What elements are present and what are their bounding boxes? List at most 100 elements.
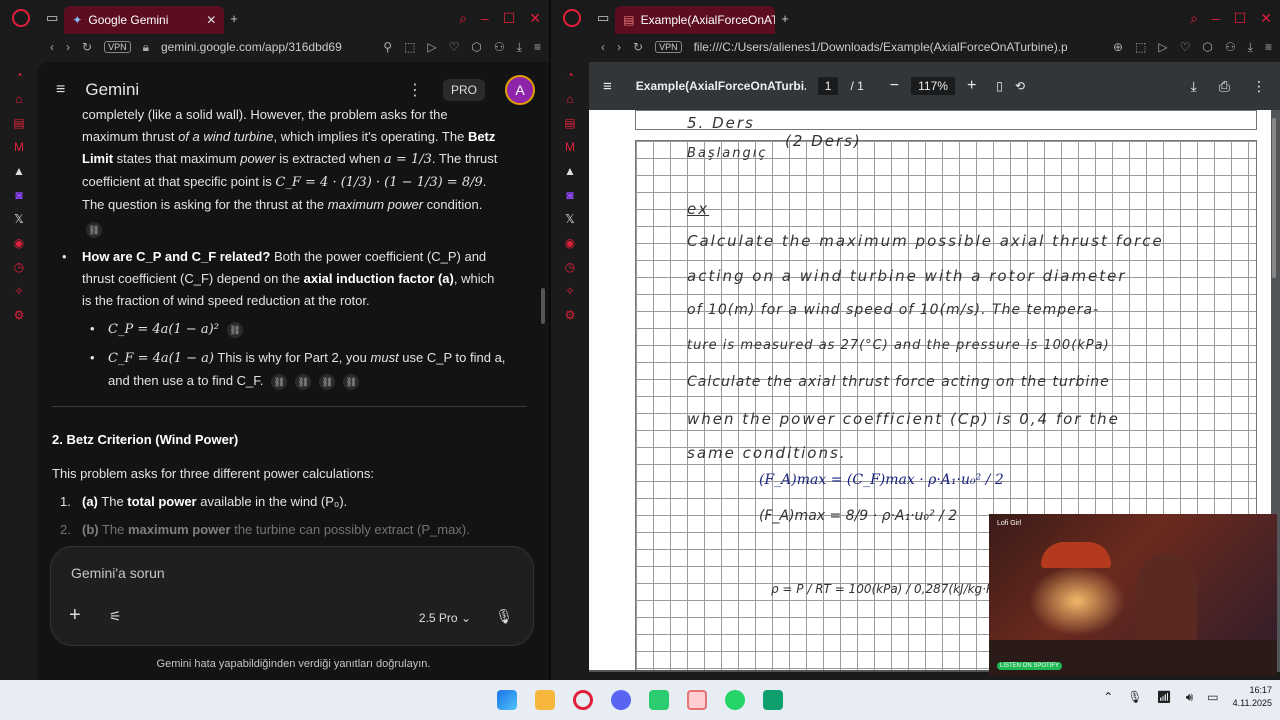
ai-icon[interactable]: ▲ — [563, 164, 577, 178]
source-link-icon[interactable]: ⛓ — [86, 221, 102, 238]
mic-icon[interactable]: 🎙︎ — [495, 608, 513, 625]
history-icon[interactable]: ◷ — [12, 260, 26, 274]
gmail-icon[interactable]: M — [563, 140, 577, 154]
opera-taskbar-icon[interactable] — [573, 690, 593, 710]
prompt-input[interactable]: Gemini'a sorun — [71, 565, 165, 581]
rotate-icon[interactable]: ⟲ — [1015, 79, 1025, 93]
file-explorer-icon[interactable] — [535, 690, 555, 710]
pdf-scrollbar[interactable] — [1272, 118, 1276, 278]
add-icon[interactable]: + — [69, 604, 81, 627]
zoom-out-icon[interactable]: − — [890, 77, 899, 95]
wallet-icon[interactable]: ▤ — [12, 116, 26, 130]
download-icon[interactable]: ⤓ — [517, 40, 522, 55]
discord-icon[interactable] — [611, 690, 631, 710]
pdf-menu-icon[interactable]: ≡ — [603, 78, 612, 95]
forward-icon[interactable]: › — [617, 40, 621, 54]
pdf-download-icon[interactable]: ⤓ — [1191, 78, 1197, 95]
pdf-more-icon[interactable]: ⋮ — [1252, 78, 1266, 95]
battery-icon[interactable]: ▭ — [1207, 690, 1218, 704]
twitch-icon[interactable]: ◙ — [12, 188, 26, 202]
aria-icon[interactable]: ◔ — [12, 68, 26, 82]
heart-icon[interactable]: ♡ — [449, 40, 460, 54]
page-number-input[interactable]: 1 — [817, 77, 839, 95]
close-window-icon[interactable]: ✕ — [529, 10, 541, 27]
pro-badge[interactable]: PRO — [442, 79, 485, 101]
source-link-icon[interactable]: ⛓ — [295, 373, 312, 390]
source-link-icon[interactable]: ⛓ — [343, 373, 360, 390]
vpn-badge[interactable]: VPN — [655, 41, 682, 53]
tab-google-gemini[interactable]: ✦ Google Gemini ✕ — [64, 6, 225, 34]
maximize-icon[interactable]: ☐ — [503, 10, 516, 27]
zoom-icon[interactable]: ⊕ — [1113, 40, 1123, 54]
more-options-icon[interactable]: ⋮ — [407, 80, 423, 100]
source-link-icon[interactable]: ⛓ — [271, 373, 288, 390]
new-tab-icon[interactable]: + — [781, 11, 789, 26]
gmail-icon[interactable]: M — [12, 140, 26, 154]
heart-icon[interactable]: ♡ — [1180, 40, 1191, 54]
profile-icon[interactable]: ⚇ — [494, 40, 505, 54]
clock[interactable]: 16:17 4.11.2025 — [1233, 684, 1272, 710]
x-icon[interactable]: 𝕏 — [12, 212, 26, 226]
source-link-icon[interactable]: ⛓ — [226, 321, 243, 338]
wifi-icon[interactable]: 📶︎ — [1156, 690, 1171, 704]
app-icon[interactable] — [649, 690, 669, 710]
menu-icon[interactable]: ≡ — [534, 40, 541, 54]
history-icon[interactable]: ◷ — [563, 260, 577, 274]
minimize-icon[interactable]: – — [481, 10, 489, 27]
tools-icon[interactable]: ⚟ — [109, 608, 122, 625]
url-field[interactable]: file:///C:/Users/alienes1/Downloads/Exam… — [694, 40, 1101, 54]
whatsapp-icon[interactable] — [725, 690, 745, 710]
extensions-sidebar-icon[interactable]: ✧ — [12, 284, 26, 298]
tab-list-icon[interactable]: ▭ — [597, 10, 609, 26]
player-icon[interactable]: ◉ — [563, 236, 577, 250]
search-tabs-icon[interactable]: ⌕ — [459, 10, 467, 27]
spotify-badge[interactable]: LISTEN ON SPOTIFY — [997, 662, 1063, 670]
avatar[interactable]: A — [505, 75, 535, 105]
main-menu-icon[interactable]: ≡ — [56, 81, 65, 99]
chevron-up-icon[interactable]: ⌃ — [1103, 690, 1113, 704]
close-window-icon[interactable]: ✕ — [1260, 10, 1272, 27]
reload-icon[interactable]: ↻ — [82, 40, 92, 54]
twitch-icon[interactable]: ◙ — [563, 188, 577, 202]
download-icon[interactable]: ⤓ — [1248, 40, 1253, 55]
forward-icon[interactable]: › — [66, 40, 70, 54]
wallet-icon[interactable]: ▤ — [563, 116, 577, 130]
lock-sidebar-icon[interactable]: ⌂ — [12, 92, 26, 106]
back-icon[interactable]: ‹ — [601, 40, 605, 54]
maximize-icon[interactable]: ☐ — [1234, 10, 1247, 27]
vpn-badge[interactable]: VPN — [104, 41, 131, 53]
tab-pdf[interactable]: ▤ Example(AxialForceOnATu ✕ — [615, 6, 776, 34]
back-icon[interactable]: ‹ — [50, 40, 54, 54]
ai-icon[interactable]: ▲ — [12, 164, 26, 178]
x-icon[interactable]: 𝕏 — [563, 212, 577, 226]
mic-tray-icon[interactable]: 🎙︎ — [1127, 690, 1142, 704]
extensions-sidebar-icon[interactable]: ✧ — [563, 284, 577, 298]
bookmark-icon[interactable]: ⚲ — [383, 40, 392, 54]
picture-in-picture-video[interactable]: Lofi Girl LISTEN ON SPOTIFY — [989, 514, 1277, 676]
zoom-input[interactable]: 117% — [911, 77, 955, 95]
extensions-icon[interactable]: ⬡ — [471, 40, 481, 54]
lock-sidebar-icon[interactable]: ⌂ — [563, 92, 577, 106]
menu-icon[interactable]: ≡ — [1265, 40, 1272, 54]
chat-scrollbar[interactable] — [541, 288, 545, 324]
close-tab-icon[interactable]: ✕ — [206, 13, 216, 27]
opera-logo-icon[interactable] — [12, 9, 30, 27]
play-icon[interactable]: ▷ — [1158, 40, 1167, 54]
snapshot-icon[interactable]: ⬚ — [404, 40, 415, 54]
profile-icon[interactable]: ⚇ — [1225, 40, 1236, 54]
print-icon[interactable]: ⎙ — [1219, 78, 1230, 95]
windows-start-icon[interactable] — [497, 690, 517, 710]
source-link-icon[interactable]: ⛓ — [319, 373, 336, 390]
minimize-icon[interactable]: – — [1212, 10, 1220, 27]
settings-icon[interactable]: ⚙ — [563, 308, 577, 322]
reload-icon[interactable]: ↻ — [633, 40, 643, 54]
tab-list-icon[interactable]: ▭ — [46, 10, 58, 26]
aria-icon[interactable]: ◔ — [563, 68, 577, 82]
player-icon[interactable]: ◉ — [12, 236, 26, 250]
model-selector[interactable]: 2.5 Pro ⌄ — [419, 611, 471, 625]
new-tab-icon[interactable]: + — [230, 11, 238, 26]
volume-icon[interactable]: 🔊︎ — [1186, 690, 1194, 705]
store-icon[interactable] — [763, 690, 783, 710]
search-tabs-icon[interactable]: ⌕ — [1190, 10, 1198, 27]
snapshot-icon[interactable]: ⬚ — [1135, 40, 1146, 54]
